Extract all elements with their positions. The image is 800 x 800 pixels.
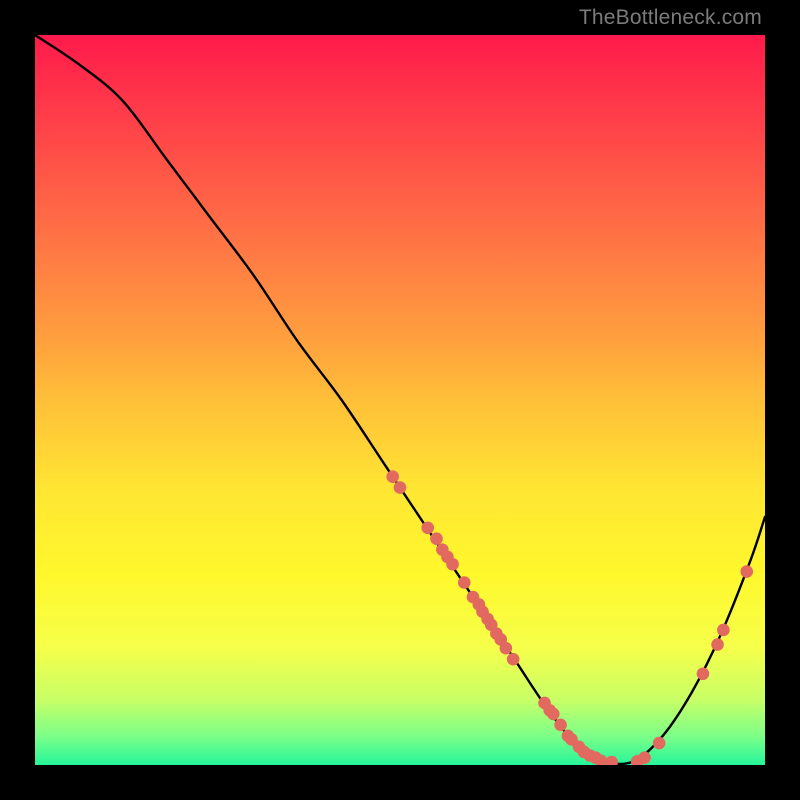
data-dot: [507, 653, 520, 666]
data-dots: [386, 470, 753, 765]
data-dot: [446, 558, 459, 571]
data-dot: [458, 576, 471, 589]
chart-overlay: [35, 35, 765, 765]
data-dot: [421, 521, 434, 534]
plot-area: [35, 35, 765, 765]
data-dot: [638, 751, 651, 764]
data-dot: [430, 532, 443, 545]
data-dot: [740, 565, 753, 578]
data-dot: [717, 624, 730, 637]
data-dot: [605, 756, 618, 765]
data-dot: [386, 470, 399, 483]
data-dot: [653, 737, 666, 750]
data-dot: [711, 638, 724, 651]
watermark-text: TheBottleneck.com: [579, 6, 762, 30]
data-dot: [697, 667, 710, 680]
data-dot: [547, 708, 560, 721]
data-dot: [500, 642, 513, 655]
bottleneck-curve: [35, 35, 765, 764]
data-dot: [394, 481, 407, 494]
chart-stage: TheBottleneck.com: [0, 0, 800, 800]
data-dot: [554, 719, 567, 732]
